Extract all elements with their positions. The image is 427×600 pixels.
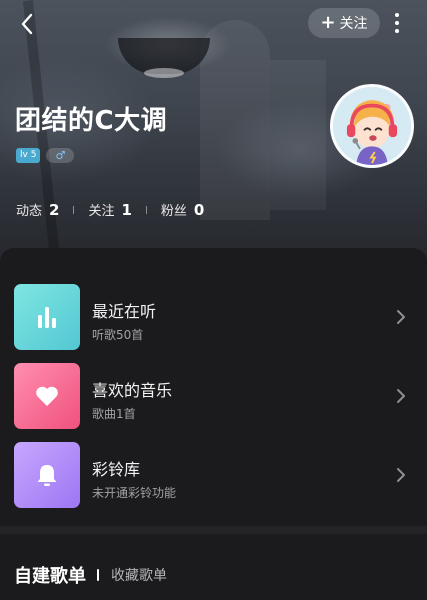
tab-separator (97, 569, 99, 581)
male-icon: ♂ (46, 148, 75, 163)
library-item-subtitle: 未开通彩铃功能 (92, 486, 177, 500)
library-item-recent[interactable]: 最近在听 听歌50首 (0, 284, 427, 354)
bell-icon (37, 465, 57, 486)
chevron-right-icon (397, 389, 405, 403)
chevron-right-icon (397, 468, 405, 482)
stat-label: 关注 (88, 204, 115, 219)
stat-label: 粉丝 (160, 204, 187, 219)
stat-value: 0 (193, 201, 205, 219)
stat-followers[interactable]: 粉丝 0 (161, 200, 204, 219)
library-item-title: 喜欢的音乐 (92, 381, 173, 400)
user-badges: lv 5 ♂ (16, 148, 75, 163)
library-item-ringtone[interactable]: 彩铃库 未开通彩铃功能 (0, 442, 427, 512)
more-dot-icon (395, 29, 399, 33)
more-dot-icon (395, 13, 399, 17)
liked-thumbnail (14, 363, 80, 429)
level-badge: lv 5 (16, 148, 41, 163)
playlist-tabs: 自建歌单 收藏歌单 (14, 562, 167, 588)
avatar-illustration-icon (333, 87, 411, 165)
library-item-title: 最近在听 (92, 302, 157, 321)
username: 团结的C大调 (15, 106, 168, 136)
avatar[interactable] (330, 84, 414, 168)
profile-banner: + 关注 团结的C大调 lv 5 ♂ 动态 2 关注 1 粉丝 0 (0, 0, 427, 262)
library-item-subtitle: 听歌50首 (92, 328, 144, 342)
ringtone-thumbnail (14, 442, 80, 508)
bar-chart-icon (38, 307, 56, 328)
recent-thumbnail (14, 284, 80, 350)
stat-divider (73, 205, 75, 214)
library-item-title: 彩铃库 (92, 460, 141, 479)
stat-following[interactable]: 关注 1 (88, 200, 131, 219)
stat-label: 动态 (16, 204, 43, 219)
follow-button[interactable]: + 关注 (308, 8, 380, 38)
chevron-right-icon (397, 310, 405, 324)
stat-posts[interactable]: 动态 2 (16, 200, 59, 219)
chevron-left-icon (21, 13, 33, 35)
library-item-liked[interactable]: 喜欢的音乐 歌曲1首 (0, 363, 427, 433)
more-options-button[interactable] (386, 10, 408, 36)
stat-value: 2 (49, 201, 60, 219)
more-dot-icon (395, 21, 399, 25)
section-divider (0, 526, 427, 534)
tab-favorited-playlists[interactable]: 收藏歌单 (111, 565, 167, 585)
library-item-subtitle: 歌曲1首 (92, 407, 136, 421)
heart-icon (36, 386, 58, 406)
stat-value: 1 (121, 201, 132, 219)
user-stats: 动态 2 关注 1 粉丝 0 (16, 200, 204, 219)
tab-created-playlists[interactable]: 自建歌单 (14, 562, 86, 588)
follow-label: 关注 (339, 16, 368, 32)
stat-divider (145, 205, 147, 214)
plus-icon: + (320, 12, 336, 33)
back-button[interactable] (14, 10, 42, 38)
library-panel: 最近在听 听歌50首 喜欢的音乐 歌曲1首 彩铃库 未开通彩铃功能 自建歌单 收… (0, 248, 427, 600)
